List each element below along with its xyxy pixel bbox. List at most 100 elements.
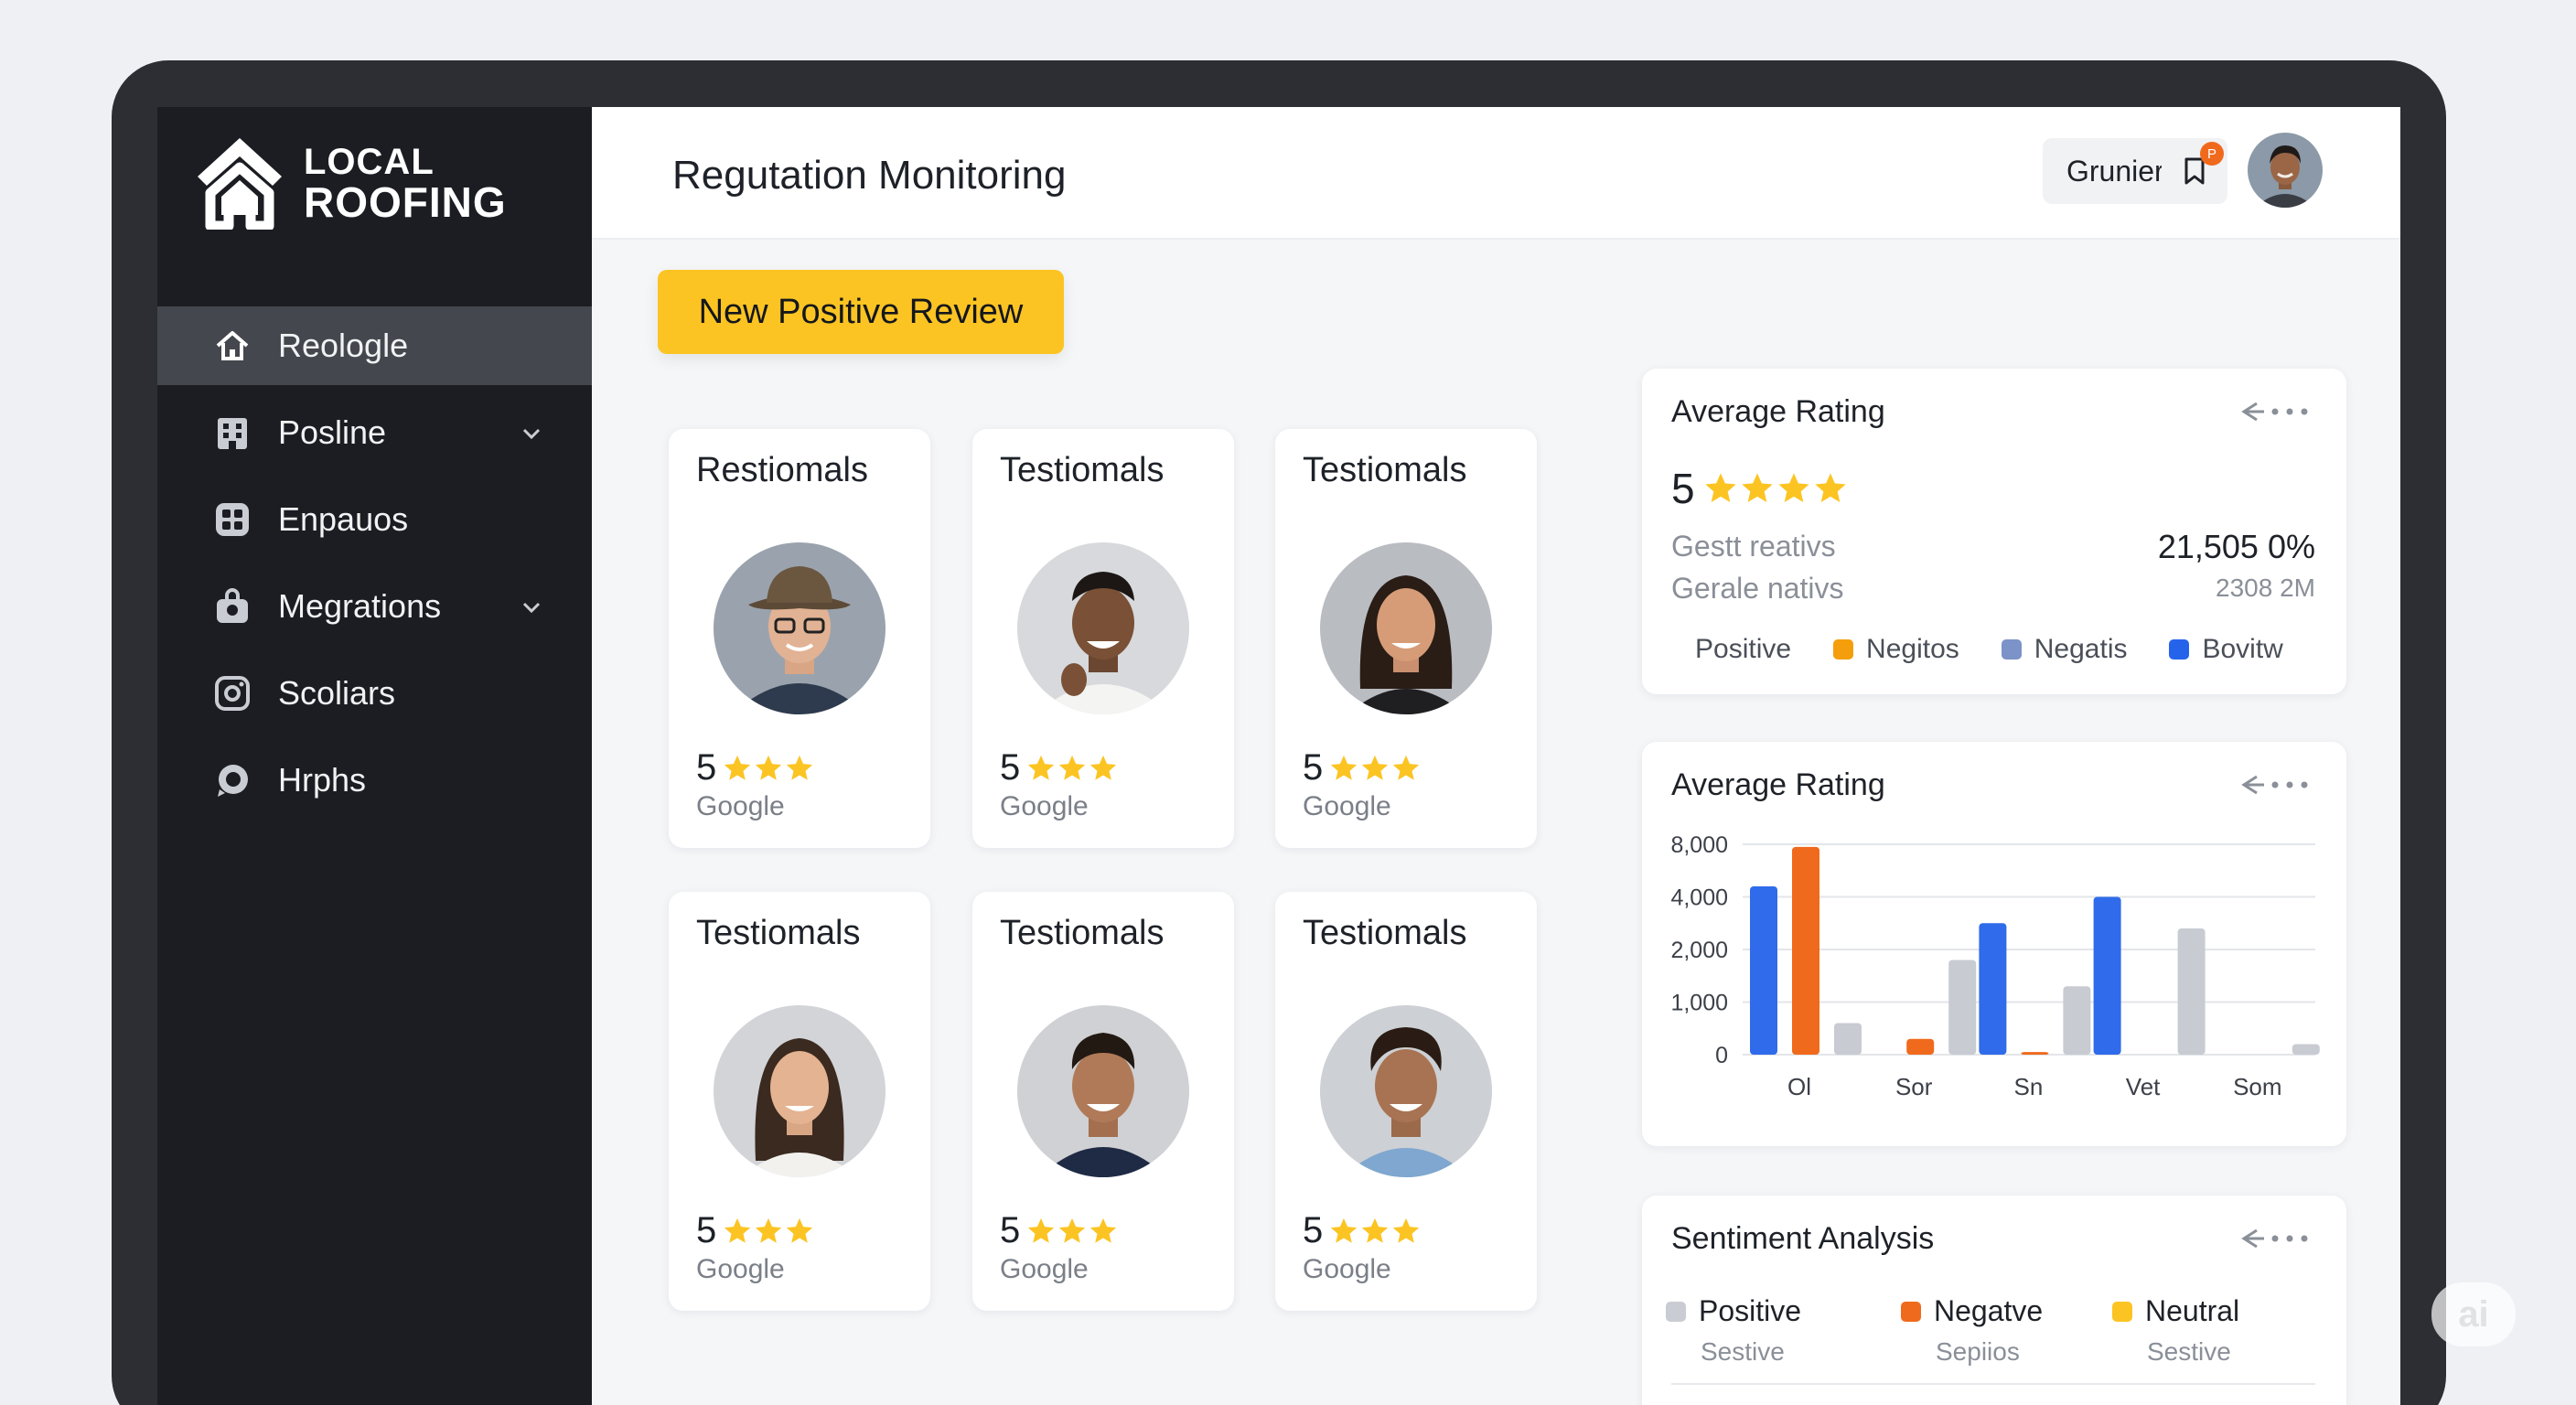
star-icon xyxy=(787,1217,813,1243)
chart-bar[interactable] xyxy=(1948,960,1977,1056)
sidebar-item-reologle[interactable]: Reologle xyxy=(157,306,592,385)
stat-value: 21,505 0% xyxy=(2157,528,2315,565)
chart-bar[interactable] xyxy=(1750,886,1777,1055)
rating-value: 5 xyxy=(696,1210,717,1250)
sentiment-item[interactable]: Positive Sestive xyxy=(1666,1294,1801,1367)
sidebar-item-label: Enpauos xyxy=(278,500,409,538)
legend-item: Positive xyxy=(1695,634,1791,665)
star-icon xyxy=(1028,1217,1055,1243)
sidebar-item-label: Reologle xyxy=(278,327,409,364)
star-rating xyxy=(1328,753,1422,784)
legend-item: Negitos xyxy=(1833,634,1959,665)
star-icon xyxy=(1059,1217,1086,1243)
chevron-down-icon[interactable] xyxy=(519,421,544,446)
rating: 5 xyxy=(1303,747,1422,788)
share-more-icon[interactable] xyxy=(2238,1225,2315,1252)
star-icon xyxy=(1393,1217,1420,1243)
testimonial-title: Testiomals xyxy=(1000,914,1165,952)
testimonial-card[interactable]: Testiomals 5 Google xyxy=(972,429,1234,848)
sidebar-item-megrations[interactable]: Megrations xyxy=(157,567,592,646)
chart-bar[interactable] xyxy=(1792,846,1819,1055)
sentiment-label: Negatve xyxy=(1934,1294,2044,1327)
avatar[interactable] xyxy=(2248,133,2323,208)
sentiment-item[interactable]: Negatve Sepiios xyxy=(1901,1294,2043,1367)
user-portrait-icon xyxy=(2248,133,2323,208)
testimonial-card[interactable]: Testiomals 5 Google xyxy=(1275,892,1537,1311)
star-icon xyxy=(1704,473,1736,502)
chart-bar[interactable] xyxy=(2292,1044,2320,1056)
chart-bar[interactable] xyxy=(2063,986,2091,1055)
testimonial-title: Testiomals xyxy=(1000,451,1165,489)
reviewer-portrait-icon xyxy=(1320,1005,1492,1177)
testimonial-title: Testiomals xyxy=(1303,451,1467,489)
star-icon xyxy=(1393,755,1420,780)
share-more-icon[interactable] xyxy=(2238,398,2315,425)
chart-bar[interactable] xyxy=(1906,1038,1935,1055)
watermark-badge: ai xyxy=(2431,1282,2516,1346)
brand[interactable]: LOCAL ROOFING xyxy=(194,134,507,230)
reviewer-portrait-icon xyxy=(1017,542,1189,714)
testimonial-card[interactable]: Restiomals 5 Google xyxy=(669,429,930,848)
star-icon xyxy=(1028,755,1055,780)
app-screen: LOCAL ROOFING Reologle Posline Enpauos M… xyxy=(157,107,2400,1405)
legend-swatch xyxy=(2169,639,2190,660)
x-tick-label: Vet xyxy=(2126,1073,2161,1100)
legend-item: Bovitw xyxy=(2169,634,2283,665)
legend-swatch xyxy=(2112,1301,2132,1322)
reviewer-portrait-icon xyxy=(714,542,886,714)
chart-bar[interactable] xyxy=(2177,928,2206,1055)
star-icon xyxy=(1090,1217,1117,1243)
sidebar-item-label: Posline xyxy=(278,413,387,451)
sentiment-label: Neutral xyxy=(2145,1294,2240,1327)
star-rating xyxy=(1025,1216,1119,1247)
star-icon xyxy=(1090,755,1117,780)
sidebar-item-posline[interactable]: Posline xyxy=(157,393,592,472)
reviewer-photo xyxy=(1320,1005,1492,1177)
legend-swatch xyxy=(1833,639,1854,660)
sentiment-analysis-panel: Sentiment Analysis Positive Sestive Nega… xyxy=(1642,1196,2346,1405)
sidebar: LOCAL ROOFING Reologle Posline Enpauos M… xyxy=(157,107,592,1405)
sidebar-item-hrphs[interactable]: Hrphs xyxy=(157,741,592,820)
legend-label: Positive xyxy=(1695,634,1792,664)
brand-name: LOCAL ROOFING xyxy=(304,142,507,223)
new-positive-review-button[interactable]: New Positive Review xyxy=(658,270,1064,354)
home-icon xyxy=(212,326,252,366)
sidebar-item-scoliars[interactable]: Scoliars xyxy=(157,654,592,733)
sentiment-item[interactable]: Neutral Sestive xyxy=(2112,1294,2239,1367)
star-icon xyxy=(724,1217,751,1243)
sidebar-item-enpauos[interactable]: Enpauos xyxy=(157,480,592,559)
y-tick-label: 1,000 xyxy=(1670,991,1728,1016)
grid-icon xyxy=(212,499,252,540)
chevron-down-icon[interactable] xyxy=(519,595,544,620)
house-logo-icon xyxy=(198,138,282,230)
chart-bar[interactable] xyxy=(2021,1052,2049,1055)
rating-value: 5 xyxy=(1303,1210,1324,1250)
reviewer-photo xyxy=(1017,542,1189,714)
star-icon xyxy=(756,1217,782,1243)
rating-legend: Positive Negitos Negatis Bovitw xyxy=(1695,634,2325,665)
reviewer-photo xyxy=(1017,1005,1189,1177)
page-title: Regutation Monitoring xyxy=(672,153,1067,198)
legend-swatch xyxy=(1901,1301,1921,1322)
average-rating-panel: Average Rating 5 Gestt reativs 21,505 0%… xyxy=(1642,369,2346,694)
review-source: Google xyxy=(1303,1254,1391,1284)
rating-value: 5 xyxy=(1000,1210,1021,1250)
testimonial-title: Testiomals xyxy=(1303,914,1467,952)
testimonial-card[interactable]: Testiomals 5 Google xyxy=(1275,429,1537,848)
star-icon xyxy=(1362,1217,1389,1243)
legend-item: Negatis xyxy=(2001,634,2127,665)
star-rating xyxy=(722,1216,815,1247)
star-icon xyxy=(1331,1217,1358,1243)
chart-bar[interactable] xyxy=(2093,896,2121,1056)
legend-label: Bovitw xyxy=(2202,634,2283,664)
review-source: Google xyxy=(1303,791,1391,821)
testimonial-card[interactable]: Testiomals 5 Google xyxy=(972,892,1234,1311)
testimonial-card[interactable]: Testiomals 5 Google xyxy=(669,892,930,1311)
sentiment-label: Positive xyxy=(1699,1294,1802,1327)
chat-bubble-icon xyxy=(212,760,252,800)
chart-bar[interactable] xyxy=(1834,1023,1862,1056)
bag-icon xyxy=(212,586,252,627)
review-source: Google xyxy=(696,1254,785,1284)
rating-value: 5 xyxy=(1671,465,1695,512)
chart-bar[interactable] xyxy=(1979,923,2007,1055)
